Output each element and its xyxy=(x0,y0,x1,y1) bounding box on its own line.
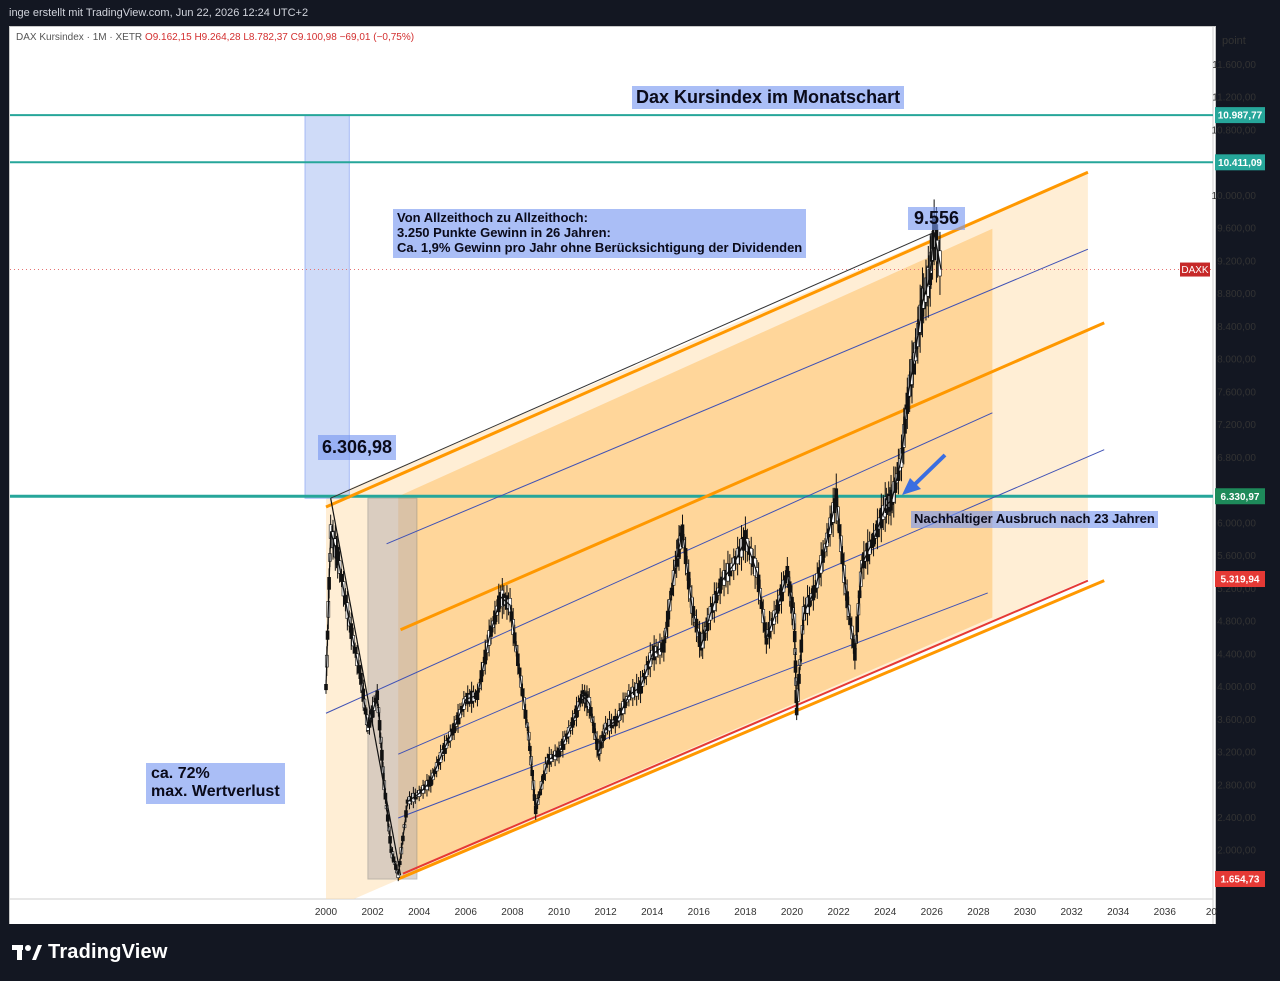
time-tick-label: 2010 xyxy=(548,907,571,918)
price-tick-label: 8.800,00 xyxy=(1217,289,1256,300)
time-tick-label: 2016 xyxy=(688,907,711,918)
price-tick-label: 10.800,00 xyxy=(1212,125,1257,136)
decline-range-box xyxy=(367,497,418,880)
time-tick-label: 2022 xyxy=(827,907,850,918)
time-tick-label: 2032 xyxy=(1060,907,1083,918)
price-tick-label: 4.000,00 xyxy=(1217,682,1256,693)
price-tick-label: 11.200,00 xyxy=(1212,93,1256,104)
price-tick-label: 11.600,00 xyxy=(1212,60,1256,71)
low-value: L8.782,37 xyxy=(243,32,288,43)
symbol-label: DAX Kursindex · 1M · XETR xyxy=(16,32,143,43)
price-tick-label: 10.000,00 xyxy=(1212,191,1257,202)
time-tick-label: 2012 xyxy=(594,907,617,918)
price-tick-label: 7.200,00 xyxy=(1217,420,1256,431)
footer-bar xyxy=(0,924,1280,981)
drawdown-label: ca. 72% max. Wertverlust xyxy=(146,763,285,804)
peak-2026-label: 9.556 xyxy=(908,207,966,230)
ohlc-legend: DAX Kursindex · 1M · XETR O9.162,15 H9.2… xyxy=(16,32,414,43)
time-tick-label: 2026 xyxy=(921,907,944,918)
price-tick-label: 2.000,00 xyxy=(1217,846,1256,857)
price-tick-label: 2.800,00 xyxy=(1217,780,1256,791)
peak-2000-label: 6.306,98 xyxy=(318,435,397,460)
price-tick-label: 9.600,00 xyxy=(1217,224,1256,235)
time-tick-label: 2018 xyxy=(734,907,757,918)
time-tick-label: 2036 xyxy=(1154,907,1177,918)
price-tick-label: 6.800,00 xyxy=(1217,453,1256,464)
price-tick-label: 3.600,00 xyxy=(1217,715,1256,726)
price-badge-label: 1.654,73 xyxy=(1221,875,1260,886)
price-tick-label: 4.400,00 xyxy=(1217,649,1256,660)
high-value: H9.264,28 xyxy=(194,32,241,43)
price-unit-label: point xyxy=(1222,35,1246,47)
price-tick-label: 9.200,00 xyxy=(1217,256,1256,267)
time-tick-label: 2006 xyxy=(455,907,478,918)
symbol-badge-label: DAXK xyxy=(1181,265,1209,276)
tradingview-logo-icon xyxy=(12,944,42,960)
time-tick-label: 2034 xyxy=(1107,907,1130,918)
time-tick-label: 2030 xyxy=(1014,907,1037,918)
price-badge-label: 6.330,97 xyxy=(1221,492,1260,503)
time-tick-label: 20 xyxy=(1206,907,1218,918)
price-tick-label: 7.600,00 xyxy=(1217,387,1256,398)
time-tick-label: 2004 xyxy=(408,907,431,918)
breakout-label: Nachhaltiger Ausbruch nach 23 Jahren xyxy=(911,511,1158,528)
price-tick-label: 5.600,00 xyxy=(1217,551,1256,562)
brand-name: TradingView xyxy=(48,941,168,963)
time-tick-label: 2008 xyxy=(501,907,524,918)
change-value: −69,01 (−0,75%) xyxy=(339,32,415,43)
price-tick-label: 8.000,00 xyxy=(1217,355,1256,366)
gain-note: Von Allzeithoch zu Allzeithoch: 3.250 Pu… xyxy=(393,209,807,258)
price-tick-label: 8.400,00 xyxy=(1217,322,1256,333)
price-badge-label: 10.987,77 xyxy=(1218,111,1263,122)
open-value: O9.162,15 xyxy=(144,32,192,43)
price-badge-label: 5.319,94 xyxy=(1221,575,1260,586)
price-tick-label: 4.800,00 xyxy=(1217,617,1256,628)
time-tick-label: 2014 xyxy=(641,907,664,918)
time-tick-label: 2028 xyxy=(967,907,990,918)
time-tick-label: 2000 xyxy=(315,907,338,918)
price-tick-label: 6.000,00 xyxy=(1217,518,1256,529)
time-axis-ticks: 2000 2002 2004 2006 2008 2010 2012 2014 2016 2018… xyxy=(315,907,1218,918)
close-value: C9.100,98 xyxy=(290,32,337,43)
price-axis-ticks: 11.600,00 11.200,00 10.800,00 10.000,00 9.60… xyxy=(1212,60,1257,857)
price-badge-label: 10.411,09 xyxy=(1218,158,1262,169)
chart-title: Dax Kursindex im Monatschart xyxy=(632,86,905,109)
time-tick-label: 2024 xyxy=(874,907,897,918)
time-tick-label: 2020 xyxy=(781,907,804,918)
regression-channel-fill xyxy=(398,228,993,876)
time-tick-label: 2002 xyxy=(361,907,384,918)
tradingview-logo: TradingView xyxy=(12,941,168,964)
price-tick-label: 2.400,00 xyxy=(1217,813,1256,824)
price-tick-label: 3.200,00 xyxy=(1217,748,1256,759)
